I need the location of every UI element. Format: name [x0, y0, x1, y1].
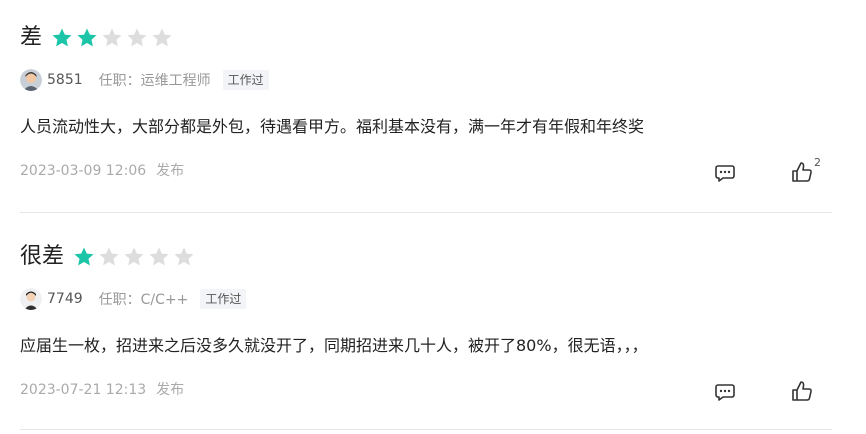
- star-empty-icon: [124, 247, 144, 266]
- avatar: [20, 69, 42, 91]
- star-filled-icon: [52, 28, 72, 47]
- review-card: 很差 7749 任职：C/C++ 工作过 应届生一枚，招进来之后没多久就没开了，…: [20, 219, 832, 430]
- rating-label: 差: [20, 25, 43, 50]
- comment-icon[interactable]: [714, 162, 736, 184]
- rating-label: 很差: [20, 244, 65, 269]
- like-count: 2: [814, 156, 821, 169]
- review-timestamp: 2023-07-21 12:13: [20, 382, 147, 398]
- user-id: 5851: [47, 72, 83, 88]
- status-badge: 工作过: [200, 289, 247, 309]
- star-empty-icon: [127, 28, 147, 47]
- review-meta: 2023-07-21 12:13 发布: [20, 379, 184, 401]
- star-rating: [50, 26, 175, 50]
- star-empty-icon: [152, 28, 172, 47]
- job-title: 任职：运维工程师: [98, 73, 211, 89]
- review-content: 应届生一枚，招进来之后没多久就没开了，同期招进来几十人，被开了80%，很无语，，…: [20, 336, 648, 355]
- star-empty-icon: [102, 28, 122, 47]
- review-content: 人员流动性大，大部分都是外包，待遇看甲方。福利基本没有，满一年才有年假和年终奖: [20, 117, 645, 136]
- reviewer-info: 5851 任职：运维工程师 工作过: [20, 68, 269, 92]
- star-empty-icon: [149, 247, 169, 266]
- reviewer-info: 7749 任职：C/C++ 工作过: [20, 287, 247, 311]
- thumbs-up-icon[interactable]: [790, 379, 814, 403]
- review-meta: 2023-03-09 12:06 发布: [20, 160, 184, 182]
- star-empty-icon: [174, 247, 194, 266]
- star-empty-icon: [99, 247, 119, 266]
- review-action-label: 发布: [156, 382, 185, 398]
- thumbs-up-icon[interactable]: [790, 160, 814, 184]
- review-timestamp: 2023-03-09 12:06: [20, 163, 147, 179]
- rating-row: 很差: [20, 241, 197, 273]
- avatar: [20, 288, 42, 310]
- status-badge: 工作过: [222, 70, 269, 90]
- star-filled-icon: [77, 28, 97, 47]
- star-filled-icon: [74, 247, 94, 266]
- user-id: 7749: [47, 291, 83, 307]
- star-rating: [72, 245, 197, 269]
- comment-icon[interactable]: [714, 381, 736, 403]
- review-card: 差 5851 任职：运维工程师 工作过 人员流动性大，大部分都是外包，待遇看甲方…: [20, 0, 832, 213]
- review-action-label: 发布: [156, 163, 185, 179]
- job-title: 任职：C/C++: [98, 292, 189, 308]
- rating-row: 差: [20, 22, 175, 54]
